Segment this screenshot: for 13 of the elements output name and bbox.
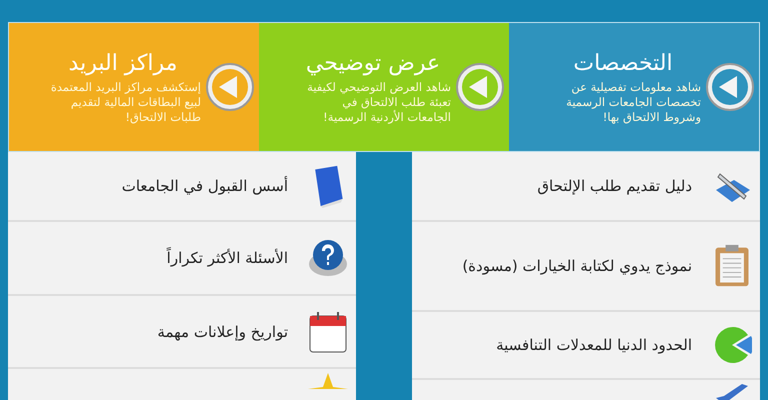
menu-link[interactable]: نموذج يدوي لكتابة الخيارات (مسودة) — [462, 256, 692, 276]
promo-description: إستكشف مراكز البريد المعتمدة لبيع البطاقات المالية لتقديم طلبات الالتحاق! — [50, 80, 201, 124]
calendar-icon — [308, 310, 348, 354]
menu-link[interactable]: دليل تقديم طلب الإلتحاق — [537, 176, 692, 196]
menu-link[interactable]: الأسئلة الأكثر تكراراً — [166, 248, 288, 268]
promo-description: شاهد معلومات تفصيلية عن تخصصات الجامعات الرسمية وشروط الالتحاق بها! — [565, 80, 701, 124]
promo-title: مراكز البريد — [68, 50, 178, 78]
promo-title: التخصصات — [573, 50, 673, 78]
menu-link[interactable]: تواريخ وإعلانات مهمة — [157, 322, 288, 342]
menu-link[interactable]: الحدود الدنيا للمعدلات التنافسية — [496, 335, 692, 355]
menu-link[interactable]: أسس القبول في الجامعات — [122, 176, 288, 196]
promo-description: شاهد العرض التوضيحي لكيفية تعبئة طلب الالتحاق في الجامعات الأردنية الرسمية! — [306, 80, 451, 124]
promo-title: عرض توضيحي — [306, 50, 440, 78]
